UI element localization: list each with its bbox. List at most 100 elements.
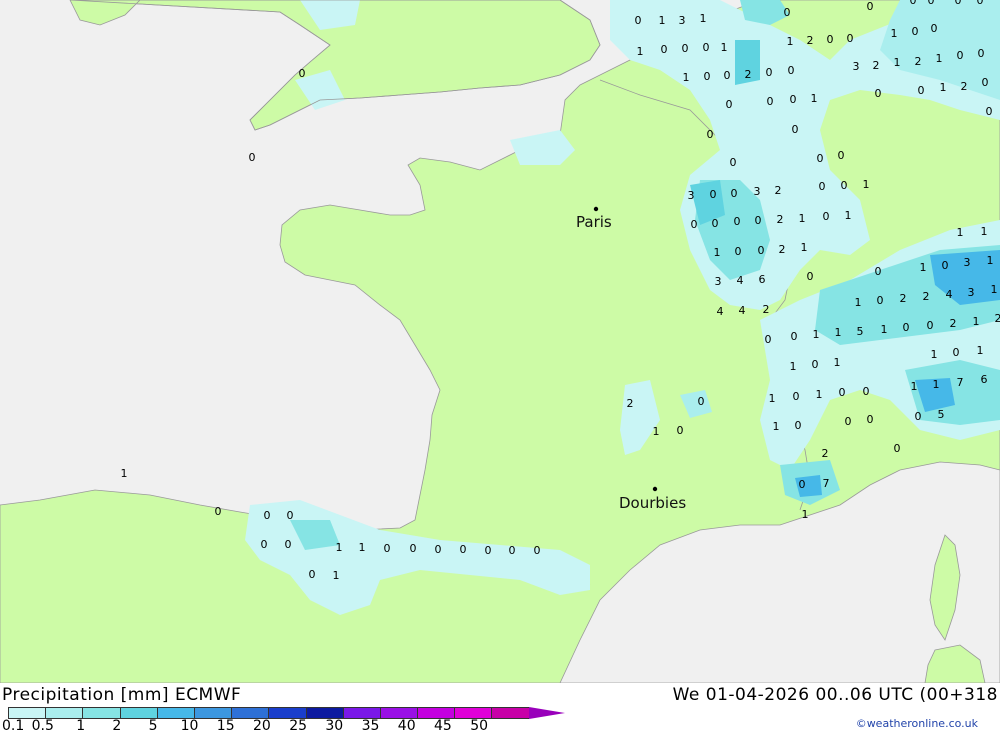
precip-value-label: 0 (677, 424, 684, 437)
precip-value-label: 0 (817, 152, 824, 165)
precip-value-label: 1 (936, 52, 943, 65)
precip-value-label: 5 (857, 325, 864, 338)
precip-value-label: 1 (333, 569, 340, 582)
precip-value-label: 0 (710, 188, 717, 201)
precip-value-label: 5 (938, 408, 945, 421)
precip-value-label: 2 (961, 80, 968, 93)
precip-value-label: 0 (875, 265, 882, 278)
precip-value-label: 3 (754, 185, 761, 198)
precip-value-label: 1 (683, 71, 690, 84)
precip-value-label: 2 (822, 447, 829, 460)
map-title: Precipitation [mm] ECMWF (2, 685, 241, 705)
precip-value-label: 0 (847, 32, 854, 45)
precip-value-label: 0 (731, 187, 738, 200)
precip-value-label: 1 (811, 92, 818, 105)
precip-value-label: 0 (953, 346, 960, 359)
precip-value-label: 0 (707, 128, 714, 141)
precip-value-label: 1 (813, 328, 820, 341)
precip-value-label: 0 (734, 215, 741, 228)
precip-value-label: 1 (981, 225, 988, 238)
precip-value-label: 0 (823, 210, 830, 223)
precip-value-label: 1 (769, 392, 776, 405)
precip-value-label: 0 (838, 149, 845, 162)
precip-value-label: 1 (787, 35, 794, 48)
scale-label: 0.1 (2, 718, 24, 734)
precip-value-label: 0 (788, 64, 795, 77)
precip-value-label: 0 (784, 6, 791, 19)
precip-value-label: 0 (867, 0, 874, 13)
precip-value-label: 1 (721, 41, 728, 54)
scale-label: 0.5 (32, 718, 54, 734)
precip-value-label: 0 (767, 95, 774, 108)
precip-value-label: 0 (726, 98, 733, 111)
scale-label: 10 (181, 718, 199, 734)
precip-value-label: 0 (691, 218, 698, 231)
scale-label: 15 (217, 718, 235, 734)
precip-value-label: 7 (957, 376, 964, 389)
precipitation-map: 0131000000100011200100100200321210000120… (0, 0, 1000, 683)
precip-value-label: 0 (765, 333, 772, 346)
precip-value-label: 0 (863, 385, 870, 398)
precip-value-label: 2 (779, 243, 786, 256)
precip-value-label: 0 (766, 66, 773, 79)
scale-label: 50 (470, 718, 488, 734)
precip-value-label: 2 (807, 34, 814, 47)
precip-value-label: 0 (877, 294, 884, 307)
precip-value-label: 0 (845, 415, 852, 428)
precip-value-label: 1 (336, 541, 343, 554)
precip-value-label: 4 (739, 304, 746, 317)
precip-value-label: 2 (627, 397, 634, 410)
precip-value-label: 0 (793, 390, 800, 403)
precip-value-label: 1 (773, 420, 780, 433)
precip-value-label: 0 (285, 538, 292, 551)
precip-value-label: 0 (215, 505, 222, 518)
precip-value-label: 4 (946, 288, 953, 301)
scale-label: 30 (325, 718, 343, 734)
precip-value-label: 3 (679, 14, 686, 27)
precip-value-label: 6 (759, 273, 766, 286)
precip-value-label: 0 (735, 245, 742, 258)
precip-value-label: 0 (982, 76, 989, 89)
precip-value-label: 0 (309, 568, 316, 581)
precip-value-label: 1 (931, 348, 938, 361)
precip-value-label: 3 (853, 60, 860, 73)
precip-value-label: 2 (873, 59, 880, 72)
precip-value-label: 0 (698, 395, 705, 408)
precip-value-label: 0 (841, 179, 848, 192)
scale-labels: 0.10.5125101520253035404550 (0, 718, 560, 733)
precip-value-label: 1 (659, 14, 666, 27)
scale-label: 2 (112, 718, 121, 734)
precip-value-label: 0 (867, 413, 874, 426)
precip-value-label: 0 (509, 544, 516, 557)
precip-value-label: 0 (986, 105, 993, 118)
precip-value-label: 0 (264, 509, 271, 522)
precip-value-label: 2 (745, 68, 752, 81)
precip-value-label: 1 (891, 27, 898, 40)
precip-value-label: 0 (927, 319, 934, 332)
scale-label: 5 (149, 718, 158, 734)
precip-value-label: 1 (987, 254, 994, 267)
precip-value-label: 0 (977, 0, 984, 7)
precip-value-label: 0 (894, 442, 901, 455)
precip-value-label: 0 (903, 321, 910, 334)
precip-value-label: 0 (435, 543, 442, 556)
precip-value-label: 0 (928, 0, 935, 7)
precip-value-label: 1 (911, 380, 918, 393)
precip-value-label: 0 (807, 270, 814, 283)
scale-label: 25 (289, 718, 307, 734)
precip-value-label: 1 (653, 425, 660, 438)
scale-arrow (529, 707, 565, 719)
precip-value-label: 0 (910, 0, 917, 7)
precip-value-label: 1 (700, 12, 707, 25)
precip-value-label: 2 (950, 317, 957, 330)
precip-value-label: 7 (823, 477, 830, 490)
precip-value-label: 0 (703, 41, 710, 54)
precip-value-label: 0 (730, 156, 737, 169)
precip-value-label: 1 (845, 209, 852, 222)
precip-value-label: 0 (931, 22, 938, 35)
precip-value-label: 2 (995, 312, 1000, 325)
precip-value-label: 0 (410, 542, 417, 555)
precip-value-label: 0 (249, 151, 256, 164)
credit-link[interactable]: ©weatheronline.co.uk (856, 717, 978, 730)
precip-value-label: 0 (755, 214, 762, 227)
